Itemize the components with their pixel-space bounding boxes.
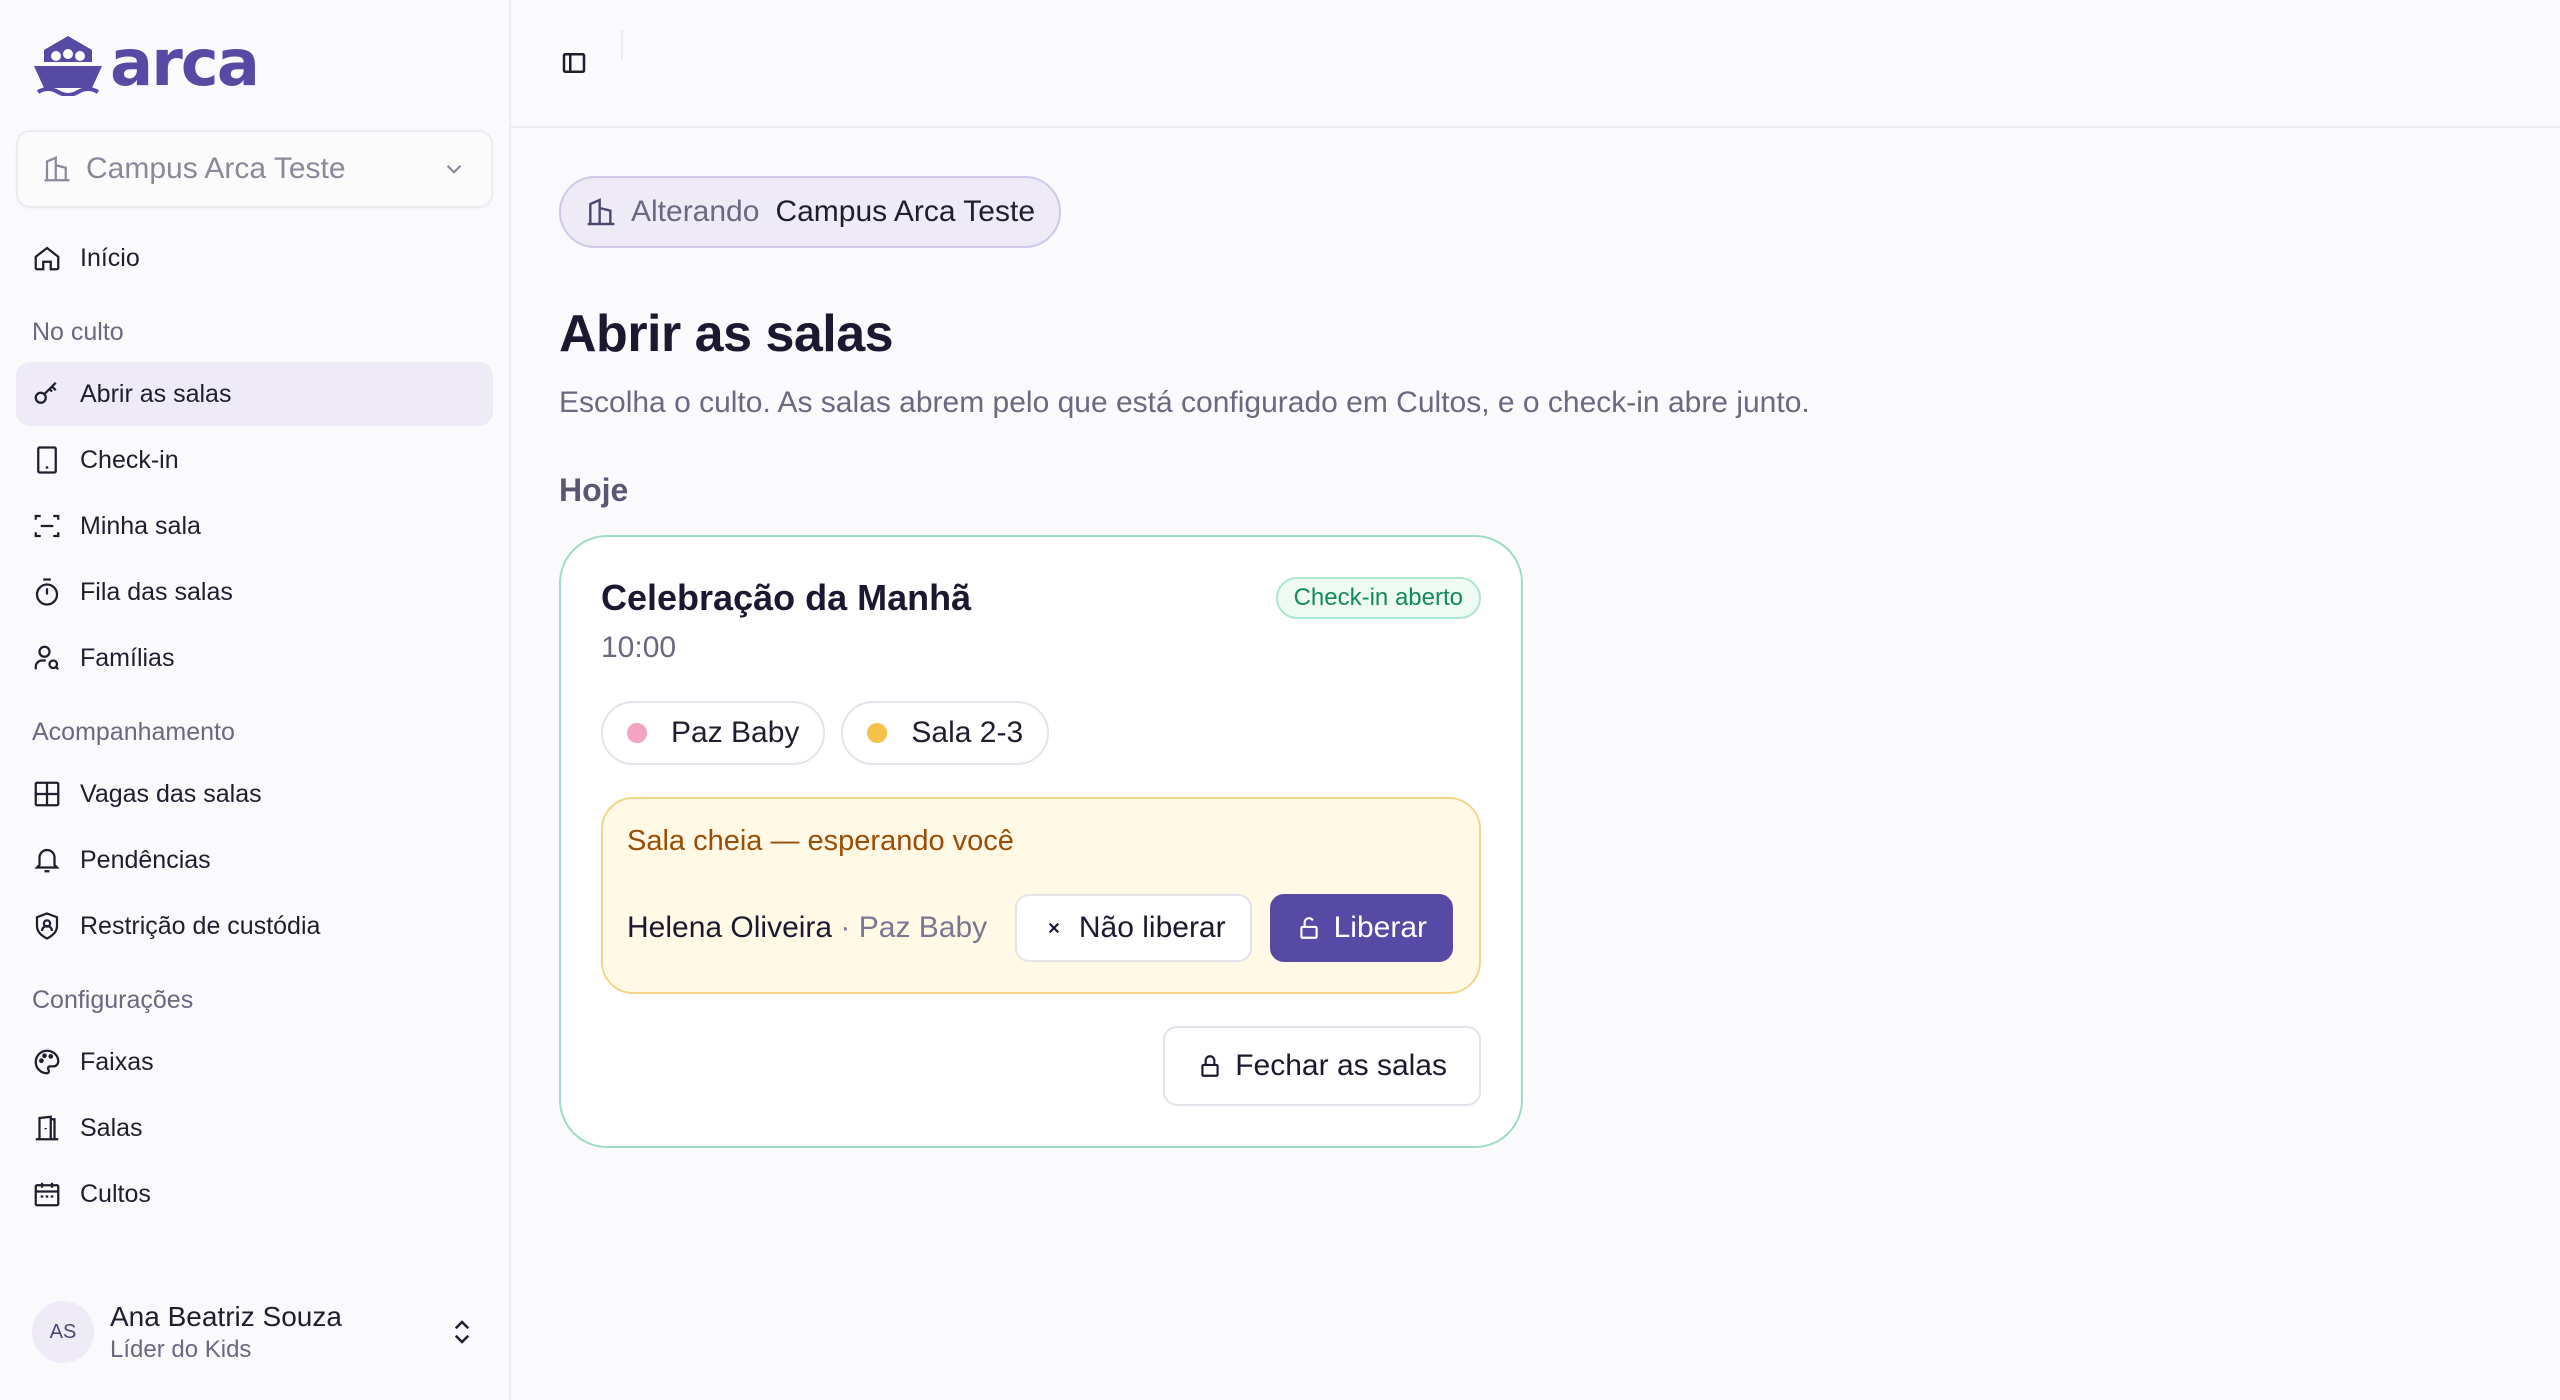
tablet-icon — [37, 446, 57, 474]
sidebar-item-familias[interactable]: Famílias — [16, 626, 493, 690]
campus-chip[interactable]: Alterando Campus Arca Teste — [559, 176, 1062, 248]
campus-select-value: Campus Arca Teste — [86, 152, 346, 185]
room-chip[interactable]: Paz Baby — [601, 701, 826, 765]
sidebar-item-label: Restrição de custódia — [80, 911, 321, 940]
palette-icon — [34, 1049, 60, 1075]
campus-chip-label: Alterando — [631, 195, 760, 228]
page-subtitle: Escolha o culto. As salas abrem pelo que… — [559, 386, 1810, 419]
bell-icon — [34, 848, 60, 873]
main-area: Alterando Campus Arca Teste Abrir as sal… — [511, 0, 2560, 1400]
sidebar-item-cultos[interactable]: Cultos — [16, 1162, 493, 1226]
sidebar-item-label: Faixas — [80, 1047, 154, 1076]
lock-icon — [1201, 1055, 1219, 1077]
sidebar-item-abrir-as-salas[interactable]: Abrir as salas — [16, 362, 493, 426]
child-name: Helena Oliveira — [627, 911, 833, 944]
deny-button[interactable]: Não liberar — [1014, 894, 1252, 962]
sidebar-item-fila-das-salas[interactable]: Fila das salas — [16, 560, 493, 624]
page-title: Abrir as salas — [559, 305, 894, 363]
sidebar: arca Campus Arca Teste Início No culto A… — [0, 0, 511, 1400]
child-info: Helena Oliveira · Paz Baby — [627, 911, 987, 945]
sidebar-item-label: Abrir as salas — [80, 379, 232, 408]
sidebar-item-label: Pendências — [80, 845, 211, 874]
sidebar-item-vagas-das-salas[interactable]: Vagas das salas — [16, 762, 493, 826]
day-label: Hoje — [559, 472, 629, 508]
sidebar-item-label: Vagas das salas — [80, 779, 262, 808]
sidebar-item-label: Cultos — [80, 1179, 151, 1208]
building-icon — [587, 198, 615, 226]
topbar-divider — [621, 30, 623, 60]
campus-select[interactable]: Campus Arca Teste — [16, 130, 493, 208]
sidebar-item-faixas[interactable]: Faixas — [16, 1030, 493, 1094]
service-card: Celebração da Manhã 10:00 Check-in abert… — [559, 535, 1523, 1148]
ark-logo-icon — [34, 36, 102, 96]
timer-icon — [35, 578, 59, 606]
close-rooms-button[interactable]: Fechar as salas — [1163, 1026, 1481, 1106]
topbar — [511, 0, 2560, 128]
building-icon — [44, 156, 70, 182]
sidebar-item-inicio[interactable]: Início — [16, 226, 493, 290]
user-name: Ana Beatriz Souza — [110, 1301, 342, 1332]
sidebar-item-pendencias[interactable]: Pendências — [16, 828, 493, 892]
room-color-dot — [627, 723, 647, 743]
sidebar-nav: Início No culto Abrir as salas Check-in … — [16, 226, 493, 1226]
room-name: Paz Baby — [671, 716, 800, 749]
home-icon — [34, 246, 60, 271]
close-rooms-label: Fechar as salas — [1235, 1049, 1447, 1082]
waiting-row: Helena Oliveira · Paz Baby Não liberar L… — [627, 894, 1453, 962]
user-info: Ana Beatriz Souza Líder do Kids — [110, 1299, 342, 1365]
deny-button-label: Não liberar — [1078, 911, 1226, 944]
sidebar-item-check-in[interactable]: Check-in — [16, 428, 493, 492]
waiting-title: Sala cheia — esperando você — [627, 825, 1014, 857]
sidebar-item-label: Início — [80, 243, 140, 272]
sidebar-item-label: Check-in — [80, 445, 179, 474]
allow-button[interactable]: Liberar — [1269, 894, 1453, 962]
service-time: 10:00 — [601, 631, 677, 664]
scan-icon — [34, 514, 60, 538]
user-menu[interactable]: AS Ana Beatriz Souza Líder do Kids — [16, 1284, 493, 1380]
sidebar-item-label: Famílias — [80, 643, 175, 672]
chevron-down-icon — [446, 164, 462, 174]
child-room: · Paz Baby — [832, 911, 988, 944]
unlock-icon — [1299, 917, 1318, 939]
sidebar-item-minha-sala[interactable]: Minha sala — [16, 494, 493, 558]
sidebar-item-label: Salas — [80, 1113, 143, 1142]
room-name: Sala 2-3 — [911, 716, 1024, 749]
page-content: Alterando Campus Arca Teste Abrir as sal… — [559, 176, 2459, 1148]
door-icon — [35, 1115, 59, 1141]
section-label-configuracoes: Configurações — [32, 986, 194, 1014]
status-badge: Check-in aberto — [1275, 577, 1481, 619]
close-icon — [1048, 922, 1059, 934]
section-label-no-culto: No culto — [32, 318, 124, 346]
card-footer: Fechar as salas — [601, 1026, 1481, 1106]
user-search-icon — [34, 645, 60, 671]
key-icon — [34, 381, 57, 404]
chevrons-up-down-icon — [454, 1320, 470, 1344]
section-label-acompanhamento: Acompanhamento — [32, 718, 235, 746]
room-chip[interactable]: Sala 2-3 — [841, 701, 1050, 765]
campus-chip-value: Campus Arca Teste — [775, 195, 1036, 228]
grid-icon — [34, 781, 60, 807]
allow-button-label: Liberar — [1333, 911, 1427, 944]
brand-logo[interactable]: arca — [16, 0, 493, 128]
sidebar-toggle-icon[interactable] — [559, 48, 589, 78]
calendar-icon — [34, 1182, 60, 1207]
room-color-dot — [867, 723, 888, 743]
room-list: Paz Baby Sala 2-3 — [601, 701, 1481, 765]
user-role: Líder do Kids — [110, 1336, 252, 1363]
shield-user-icon — [35, 912, 59, 940]
sidebar-item-restricao-de-custodia[interactable]: Restrição de custódia — [16, 894, 493, 958]
sidebar-item-salas[interactable]: Salas — [16, 1096, 493, 1160]
waiting-panel: Sala cheia — esperando você Helena Olive… — [601, 797, 1481, 994]
sidebar-item-label: Fila das salas — [80, 577, 233, 606]
sidebar-item-label: Minha sala — [80, 511, 201, 540]
brand-name: arca — [110, 27, 260, 101]
avatar: AS — [32, 1301, 94, 1363]
